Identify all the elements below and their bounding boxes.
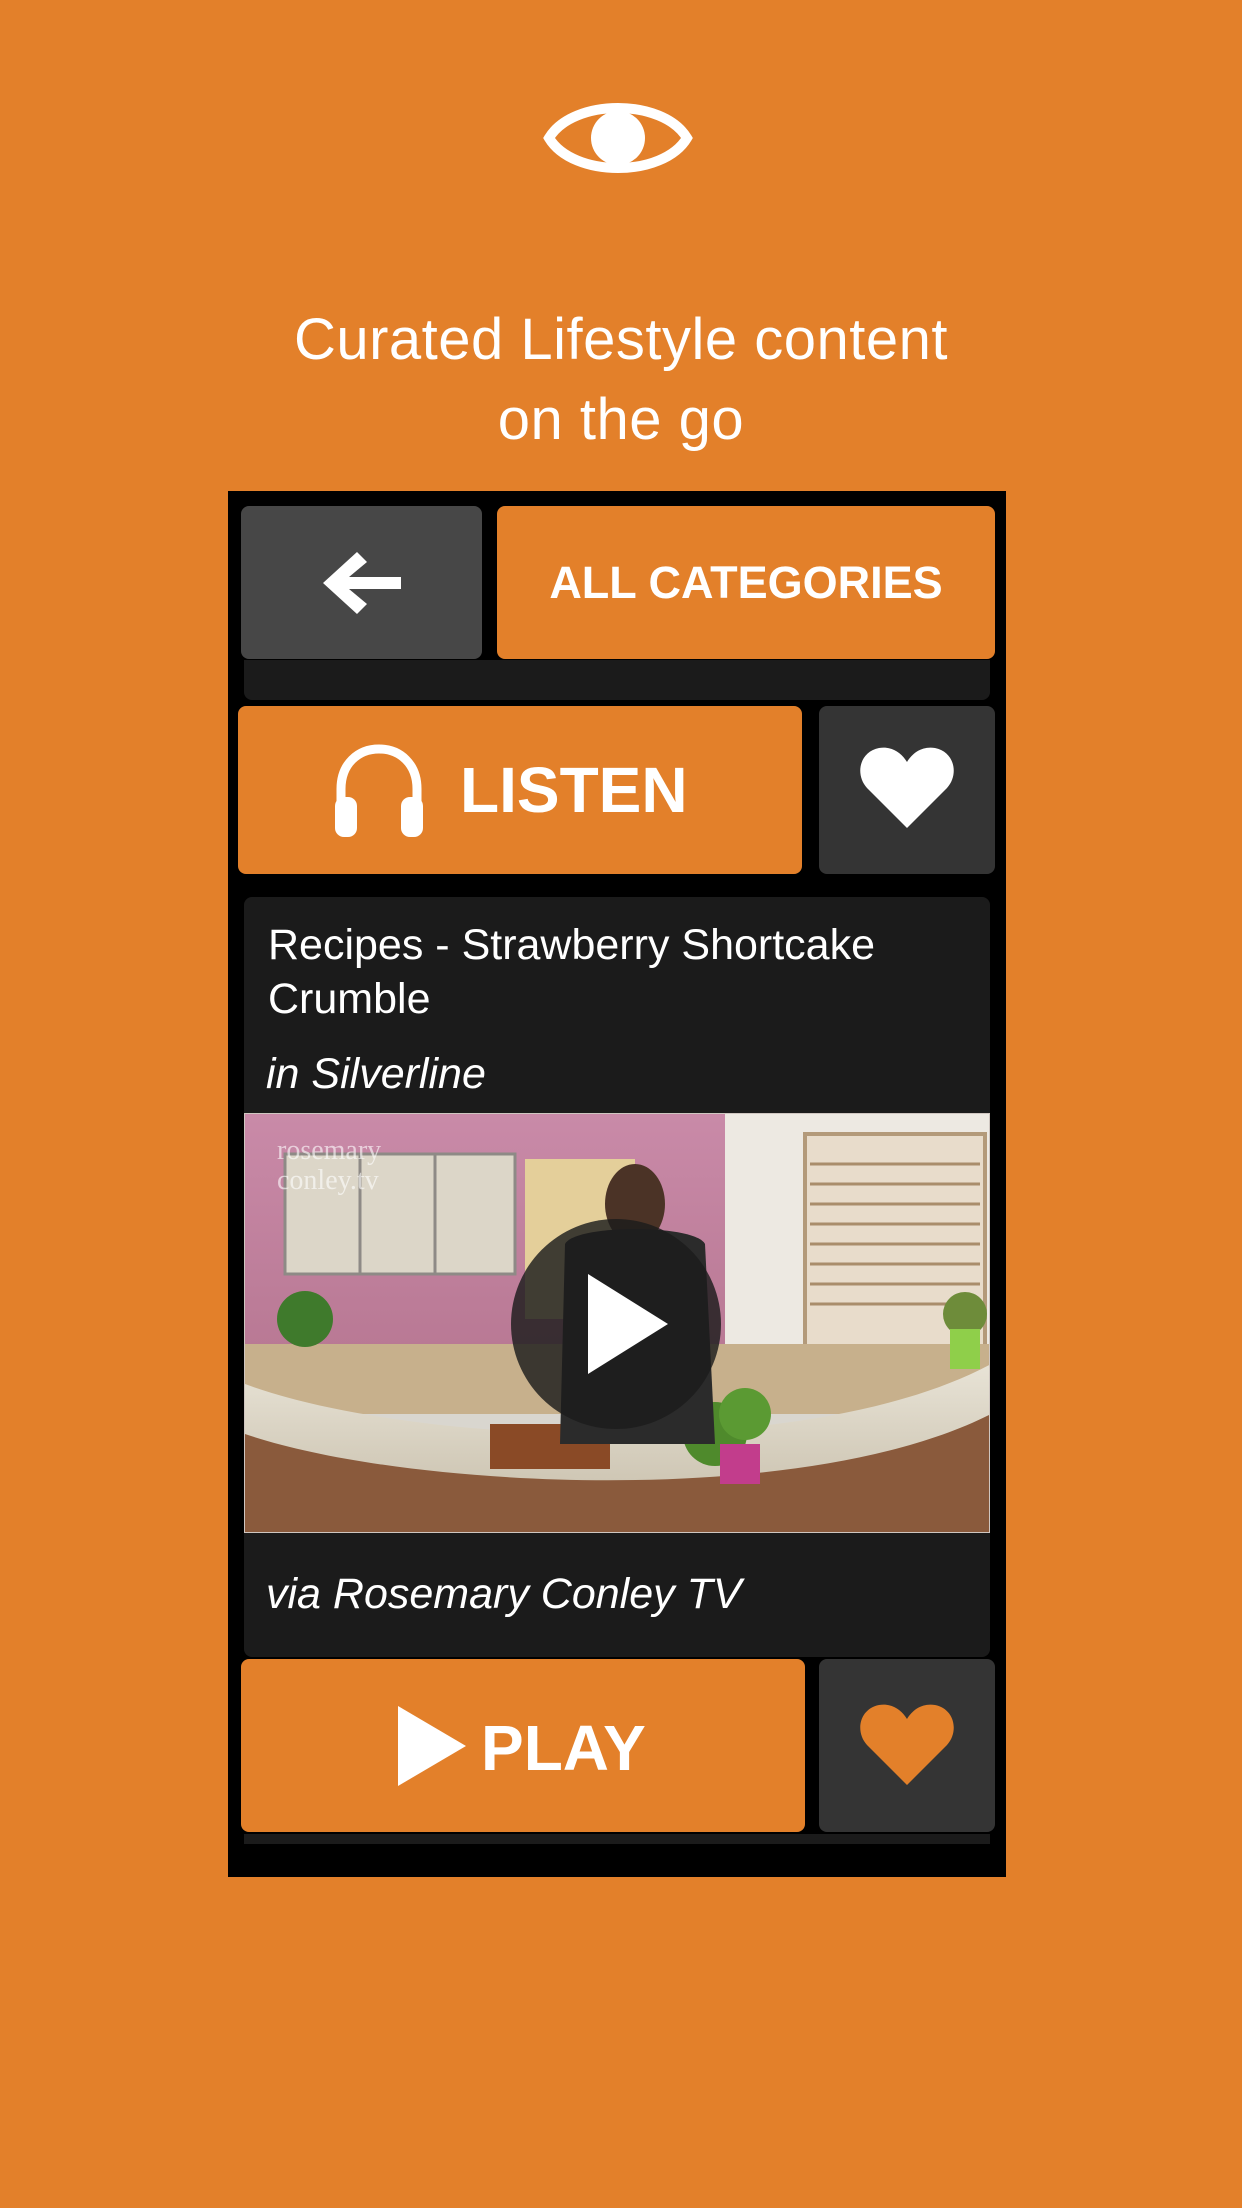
heart-icon [860, 1704, 954, 1785]
play-label: PLAY [481, 1712, 646, 1784]
thumbnail-watermark-line-1: rosemary [277, 1135, 381, 1166]
headphones-icon [335, 744, 423, 837]
all-categories-button[interactable]: ALL CATEGORIES [497, 506, 995, 659]
all-categories-label: ALL CATEGORIES [549, 556, 943, 608]
card-title[interactable]: Recipes - Strawberry Shortcake Crumble [268, 918, 928, 1026]
card-category: in Silverline [266, 1050, 486, 1098]
back-button[interactable] [241, 506, 482, 659]
listen-button[interactable]: LISTEN [238, 706, 802, 874]
video-thumbnail[interactable]: rosemary conley.tv [244, 1113, 990, 1533]
play-button[interactable]: PLAY [241, 1659, 805, 1832]
favorite-button-play[interactable] [819, 1659, 995, 1832]
toolbar-divider [244, 660, 990, 700]
thumbnail-watermark-line-2: conley.tv [277, 1165, 379, 1196]
headline-line-2: on the go [497, 387, 745, 452]
listen-label: LISTEN [460, 754, 688, 826]
bottom-divider [244, 1834, 990, 1844]
headline: Curated Lifestyle content on the go [0, 300, 1242, 460]
play-icon [398, 1706, 466, 1786]
heart-icon [860, 747, 954, 828]
card-source: via Rosemary Conley TV [266, 1570, 742, 1618]
video-thumbnail-image: rosemary conley.tv [245, 1114, 989, 1532]
play-circle-icon[interactable] [511, 1219, 721, 1429]
headline-line-1: Curated Lifestyle content [293, 307, 949, 372]
favorite-button-listen[interactable] [819, 706, 995, 874]
arrow-left-icon [323, 552, 401, 614]
eye-icon [543, 103, 693, 173]
